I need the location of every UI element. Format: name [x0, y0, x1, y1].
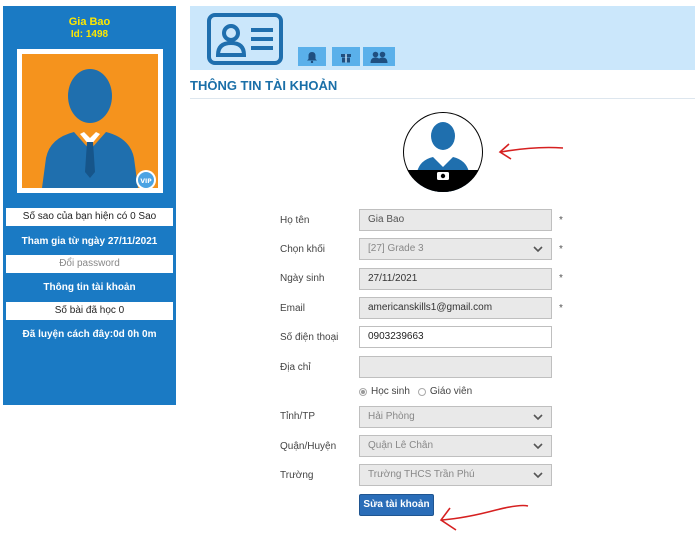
sidebar: Gia Bao Id: 1498 VIP Số sao của bạn hiện…: [3, 6, 176, 405]
province-value: Hải Phòng: [368, 411, 415, 422]
province-select[interactable]: Hải Phòng: [359, 406, 552, 428]
district-label: Quận/Huyện: [280, 441, 337, 452]
profile-photo: [403, 113, 483, 192]
id-card-icon: [207, 13, 283, 65]
user-id: Id: 1498: [70, 29, 109, 40]
district-value: Quận Lê Chân: [368, 440, 434, 451]
phone-label: Số điện thoại: [280, 332, 339, 343]
user-name: Gia Bao: [68, 16, 111, 28]
lessons-count: Số bài đã học 0: [6, 302, 173, 320]
address-label: Địa chỉ: [280, 362, 311, 373]
email-field[interactable]: americanskills1@gmail.com: [359, 297, 552, 319]
address-field[interactable]: [359, 356, 552, 378]
teacher-radio-label: Giáo viên: [429, 386, 473, 397]
province-label: Tỉnh/TP: [280, 411, 316, 422]
vip-badge-icon: VIP: [136, 170, 156, 190]
practice-time: Đã luyện cách đây:0d 0h 0m: [22, 329, 157, 340]
email-required: *: [559, 303, 563, 314]
chevron-down-icon: [533, 472, 543, 479]
edit-account-button[interactable]: Sửa tài khoản: [359, 494, 434, 516]
name-required: *: [559, 215, 563, 226]
grade-label: Chọn khối: [280, 244, 326, 255]
gifts-button[interactable]: [332, 47, 360, 66]
teacher-radio[interactable]: [417, 387, 426, 396]
school-select[interactable]: Trường THCS Trần Phú: [359, 464, 552, 486]
grade-value: [27] Grade 3: [368, 243, 424, 254]
title-divider: [190, 98, 695, 99]
camera-icon[interactable]: [437, 172, 449, 180]
dob-label: Ngày sinh: [280, 273, 325, 284]
student-radio[interactable]: [359, 387, 367, 396]
chevron-down-icon: [533, 443, 543, 450]
dob-field[interactable]: 27/11/2021: [359, 268, 552, 290]
account-info-link[interactable]: Thông tin tài khoản: [3, 282, 176, 293]
header-banner: [190, 6, 695, 70]
user-silhouette-icon: [42, 69, 138, 188]
student-radio-label: Học sinh: [371, 386, 410, 397]
profile-avatar[interactable]: [403, 112, 483, 192]
annotation-arrow-avatar: [498, 143, 564, 160]
role-radio-group: Học sinh Giáo viên: [359, 386, 472, 397]
gift-icon: [341, 53, 351, 62]
chevron-down-icon: [533, 246, 543, 253]
phone-field[interactable]: 0903239663: [359, 326, 552, 348]
annotation-arrow-button: [439, 504, 529, 531]
email-label: Email: [280, 303, 306, 314]
chevron-down-icon: [533, 414, 543, 421]
dob-required: *: [559, 273, 563, 284]
grade-select[interactable]: [27] Grade 3: [359, 238, 552, 260]
stars-count: Số sao của bạn hiện có 0 Sao: [6, 208, 173, 226]
joined-date: Tham gia từ ngày 27/11/2021: [21, 236, 158, 247]
vip-badge-label: VIP: [140, 178, 152, 185]
bell-icon: [307, 51, 317, 63]
name-label: Họ tên: [280, 215, 310, 226]
users-icon: [370, 51, 388, 63]
district-select[interactable]: Quận Lê Chân: [359, 435, 552, 457]
school-label: Trường: [280, 470, 314, 481]
notifications-button[interactable]: [298, 47, 326, 66]
name-field[interactable]: Gia Bao: [359, 209, 552, 231]
grade-required: *: [559, 244, 563, 255]
friends-button[interactable]: [363, 47, 395, 66]
school-value: Trường THCS Trần Phú: [368, 469, 475, 480]
change-password-link[interactable]: Đổi password: [6, 255, 173, 273]
page-title: THÔNG TIN TÀI KHOẢN: [190, 78, 338, 93]
